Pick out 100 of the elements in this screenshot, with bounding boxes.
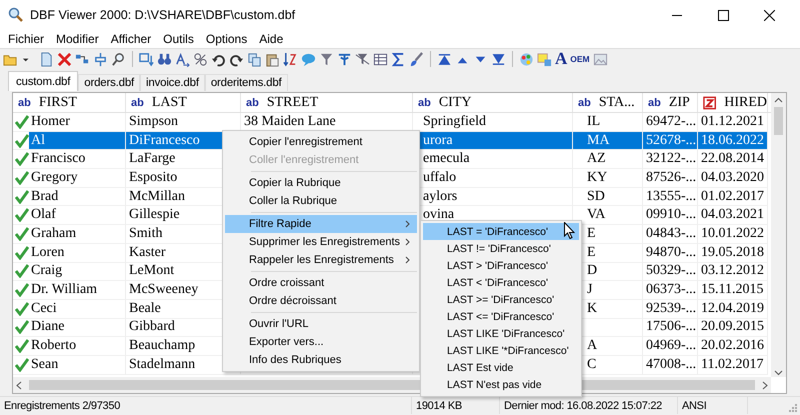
- table-cell: 52678-...: [643, 132, 698, 150]
- column-header[interactable]: ab STREET: [241, 93, 413, 112]
- table-cell: 09910-...: [643, 206, 698, 226]
- table-cell: 50329-...: [643, 262, 698, 282]
- pin-icon[interactable]: [337, 52, 352, 66]
- table-cell: 01.02.2017: [698, 188, 768, 206]
- maximize-icon[interactable]: [718, 10, 728, 20]
- column-label: CITY: [438, 94, 472, 110]
- sort-icon[interactable]: [283, 52, 298, 66]
- replace-icon[interactable]: [193, 52, 208, 66]
- table-cell: 06373-...: [643, 281, 698, 300]
- binoculars-icon[interactable]: [157, 52, 172, 66]
- menu-item[interactable]: LAST N'est pas vide: [423, 376, 579, 394]
- table-cell: 92539-...: [643, 300, 698, 319]
- menu-item[interactable]: Outils: [157, 32, 200, 46]
- menu-item[interactable]: Options: [200, 32, 254, 46]
- type-label: ab: [578, 96, 591, 108]
- table-cell: Al: [29, 132, 125, 150]
- column-header[interactable]: ab LAST: [126, 93, 241, 112]
- scrollbar-thumb[interactable]: [774, 107, 783, 135]
- sigma-icon[interactable]: [391, 52, 406, 66]
- column-header[interactable]: HIRED: [698, 93, 768, 112]
- calendar-icon: [703, 96, 716, 110]
- menu-item[interactable]: Fichier: [2, 32, 50, 46]
- window-title: DBF Viewer 2000: D:\VSHARE\DBF\custom.dbf: [30, 8, 296, 22]
- table-cell-text: Craig: [30, 262, 64, 280]
- type-label: ab: [246, 96, 259, 108]
- type-label: ab: [18, 96, 31, 108]
- close-icon[interactable]: [764, 10, 774, 20]
- status-text: Enregistrements 2/97350: [0, 397, 412, 414]
- resize-grip-icon[interactable]: [788, 403, 798, 413]
- table-cell: 20.02.2016: [698, 337, 768, 356]
- menu-item[interactable]: LAST = 'DiFrancesco': [423, 223, 579, 240]
- file-tab[interactable]: orders.dbf: [78, 74, 140, 91]
- column-label: HIRED: [724, 94, 767, 110]
- file-tab[interactable]: orderitems.dbf: [204, 74, 288, 91]
- table-cell: 04.03.2020: [698, 169, 768, 188]
- table-cell-text: Loren: [30, 244, 66, 262]
- delete-icon[interactable]: [57, 52, 72, 66]
- table-cell-text: Gregory: [30, 169, 79, 187]
- table-cell-text: Homer: [30, 113, 71, 131]
- table-cell: 11.02.2017: [698, 356, 768, 375]
- column-label: LAST: [152, 94, 187, 110]
- first-icon[interactable]: [437, 52, 452, 66]
- list-arrow-icon[interactable]: [139, 52, 154, 66]
- brush-icon[interactable]: [409, 52, 424, 66]
- filter-off-icon[interactable]: [355, 52, 370, 66]
- table-cell: 04843-...: [643, 225, 698, 244]
- column-header[interactable]: ab FIRST: [13, 93, 126, 112]
- mouse-pointer-icon: [564, 222, 575, 239]
- column-header[interactable]: ab STA...: [573, 93, 643, 112]
- column-label: STREET: [266, 94, 318, 110]
- app-icon: [8, 7, 24, 23]
- column-header[interactable]: ab ZIP: [643, 93, 698, 112]
- table-cell-text: Olaf: [30, 206, 57, 224]
- column-header[interactable]: ab CITY: [413, 93, 573, 112]
- column-label: FIRST: [38, 94, 77, 110]
- table-cell: 13555-...: [643, 188, 698, 206]
- table-cell: 87526-...: [643, 169, 698, 188]
- column-label: ZIP: [668, 94, 690, 110]
- table-cell-text: Roberto: [30, 337, 78, 355]
- find-next-icon[interactable]: [175, 52, 190, 66]
- palette-icon[interactable]: [519, 52, 534, 66]
- table-cell: 10.01.2022: [698, 225, 768, 244]
- document-icon[interactable]: [39, 52, 54, 66]
- scroll-down-icon[interactable]: [774, 368, 783, 377]
- table-cell: 17506-...: [643, 318, 698, 338]
- font-button[interactable]: A: [555, 51, 568, 67]
- table-cell: 19.05.2018: [698, 244, 768, 262]
- menu-item[interactable]: Aide: [253, 32, 290, 46]
- oem-button[interactable]: OEM: [570, 54, 590, 64]
- menu-item[interactable]: Modifier: [50, 32, 105, 46]
- filter-icon[interactable]: [319, 52, 334, 66]
- search-icon[interactable]: [111, 52, 126, 66]
- table-cell: 94870-...: [643, 244, 698, 262]
- table-cell: 20.09.2015: [698, 318, 768, 338]
- insert-icon[interactable]: [93, 52, 108, 66]
- table-cell: 04969-...: [643, 337, 698, 356]
- table-cell: SD: [573, 188, 643, 206]
- table-cell-text: Sean: [30, 356, 60, 374]
- table-cell-text: Ceci: [30, 300, 58, 318]
- table-cell-text: Graham: [30, 225, 78, 243]
- table-icon[interactable]: [373, 52, 388, 66]
- table-cell-text: Francisco: [30, 150, 86, 168]
- table-cell-text: Diane: [30, 318, 66, 336]
- menu-item[interactable]: Afficher: [104, 32, 158, 46]
- table-cell: 12.04.2019: [698, 300, 768, 319]
- table-cell: AZ: [573, 150, 643, 170]
- table-cell: MA: [573, 132, 643, 150]
- scroll-up-icon[interactable]: [774, 96, 783, 105]
- file-tab[interactable]: invoice.dbf: [140, 74, 205, 91]
- copy-icon[interactable]: [247, 52, 262, 66]
- paste-icon[interactable]: [265, 52, 280, 66]
- table-cell: 18.06.2022: [698, 132, 768, 150]
- menu-item[interactable]: Filtre Rapide: [225, 215, 417, 233]
- file-tab[interactable]: custom.dbf: [8, 71, 78, 91]
- status-text: ANSI: [678, 397, 748, 414]
- table-cell-text: Brad: [30, 188, 60, 206]
- last-icon[interactable]: [491, 52, 506, 66]
- vertical-scrollbar[interactable]: [771, 93, 786, 377]
